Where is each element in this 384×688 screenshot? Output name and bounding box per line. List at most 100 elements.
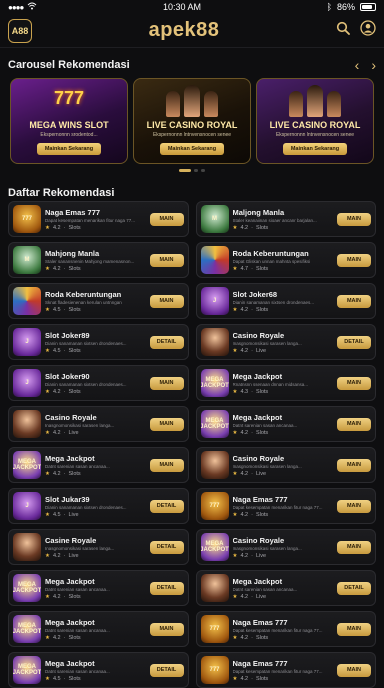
game-action-button[interactable]: DETAIL bbox=[337, 335, 371, 349]
game-action-button[interactable]: MAIN bbox=[337, 499, 371, 513]
play-now-button[interactable]: Mainkan Sekarang bbox=[160, 143, 224, 155]
game-action-button[interactable]: DETAIL bbox=[149, 663, 184, 677]
dealer-avatar-icon bbox=[327, 91, 341, 117]
game-info: Naga Emas 777 Dapat kesempatan menarikan … bbox=[233, 659, 334, 682]
game-action-button[interactable]: MAIN bbox=[337, 417, 371, 431]
chevron-left-icon[interactable]: ‹ bbox=[355, 58, 360, 72]
game-card[interactable]: M Maljong Manla Staler keanaiinan sioaer a… bbox=[195, 201, 376, 237]
carousel-track[interactable]: 777 MEGA WINS SLOT Ekspernonnn srodentod..… bbox=[0, 78, 384, 164]
game-name: Mega Jackpot bbox=[45, 453, 95, 463]
dot-separator: · bbox=[63, 347, 66, 354]
game-card[interactable]: 777 Naga Emas 777 Dapat kesempatan menarik… bbox=[8, 201, 189, 237]
game-card[interactable]: Roda Keberuntungan Dapat Gliskan unnan ma… bbox=[195, 242, 376, 278]
app-logo[interactable]: A88 bbox=[8, 18, 32, 43]
game-card[interactable]: 777 Naga Emas 777 Dapat kesempatan menarik… bbox=[195, 488, 376, 524]
game-card[interactable]: MEGA JACKPOT Casino Royale Inasgnomonsikas… bbox=[195, 529, 376, 565]
game-action-button[interactable]: MAIN bbox=[149, 253, 184, 267]
game-category: Slots bbox=[68, 470, 81, 477]
game-action-button[interactable]: MAIN bbox=[337, 540, 371, 554]
star-icon: ★ bbox=[45, 552, 50, 559]
game-list: 777 Naga Emas 777 Dapat kesempatan menarik… bbox=[0, 201, 384, 688]
game-meta: ★ 4.5 · Slots bbox=[45, 676, 146, 682]
game-card[interactable]: Casino Royale Inasgnomonsikasi sarasen la… bbox=[8, 406, 189, 442]
game-thumbnail: MEGA JACKPOT bbox=[200, 369, 229, 397]
game-card[interactable]: MEGA JACKPOT Mega Jackpot Datnt sarenian s… bbox=[195, 406, 376, 442]
game-action-button[interactable]: DETAIL bbox=[149, 335, 184, 349]
list-title: Daftar Rekomendasi bbox=[8, 187, 115, 199]
pager-dot[interactable] bbox=[194, 169, 198, 172]
game-rating: 4.2 bbox=[240, 552, 249, 559]
play-now-button[interactable]: Mainkan Sekarang bbox=[283, 143, 347, 155]
search-icon[interactable] bbox=[336, 21, 350, 40]
game-card[interactable]: J Slot Jukar39 Dianin sanamanan sixtsen dr… bbox=[8, 488, 189, 524]
status-right: ᛒ 86% bbox=[327, 2, 376, 12]
chevron-right-icon[interactable]: › bbox=[371, 58, 376, 72]
game-card[interactable]: J Slot Joker68 Dianin sanamanan sixtsen dr… bbox=[195, 283, 376, 319]
carousel-slide[interactable]: 777 MEGA WINS SLOT Ekspernonnn srodentod..… bbox=[10, 78, 128, 164]
game-action-button[interactable]: MAIN bbox=[149, 458, 184, 472]
game-category: Slots bbox=[68, 388, 81, 395]
game-card[interactable]: MEGA JACKPOT Mega Jackpot Datnt sarenian s… bbox=[8, 570, 189, 606]
dot-separator: · bbox=[251, 265, 253, 272]
game-thumbnail: J bbox=[200, 287, 229, 315]
game-action-button[interactable]: DETAIL bbox=[149, 540, 184, 554]
game-meta: ★ 4.5 · Slots bbox=[45, 348, 146, 354]
game-action-button[interactable]: MAIN bbox=[337, 458, 371, 472]
dot-separator: · bbox=[63, 593, 66, 600]
game-meta: ★ 4.2 · Slots bbox=[233, 225, 334, 231]
slide-subtitle: Ekspernonnn lntnvensnocen senee bbox=[275, 132, 355, 138]
play-now-button[interactable]: Mainkan Sekarang bbox=[37, 143, 101, 155]
game-action-button[interactable]: MAIN bbox=[337, 376, 371, 390]
game-description: Datnt sarenian sasan ancanaa... bbox=[232, 422, 298, 428]
game-action-button[interactable]: DETAIL bbox=[337, 581, 371, 595]
game-action-button[interactable]: MAIN bbox=[337, 294, 371, 308]
slide-title: LIVE CASINO ROYAL bbox=[146, 120, 238, 130]
game-card[interactable]: M Mahjong Manla Staler sanansnenin Mahjong… bbox=[8, 242, 189, 278]
game-card[interactable]: J Slot Joker89 Dianin sanamanan sixtsen dr… bbox=[8, 324, 189, 360]
game-action-button[interactable]: MAIN bbox=[149, 376, 184, 390]
game-card[interactable]: MEGA JACKPOT Mega Jackpot Rnatnsnn ssenaan… bbox=[195, 365, 376, 401]
thumb-label: MEGA JACKPOT bbox=[200, 541, 229, 553]
dot-separator: · bbox=[63, 265, 66, 272]
game-category: Live bbox=[68, 511, 79, 518]
game-name: Naga Emas 777 bbox=[232, 658, 288, 668]
pager-dot[interactable] bbox=[179, 169, 191, 172]
game-card[interactable]: Casino Royale Inasgnomonsikasi sarasen la… bbox=[195, 447, 376, 483]
game-action-button[interactable]: MAIN bbox=[337, 663, 371, 677]
game-card[interactable]: 777 Naga Emas 777 Dapat kesempatan menarik… bbox=[195, 611, 376, 647]
carousel-slide[interactable]: LIVE CASINO ROYAL Ekspernonnn lntnvensnoc… bbox=[133, 78, 251, 164]
game-action-button[interactable]: DETAIL bbox=[149, 499, 184, 513]
game-action-button[interactable]: DETAIL bbox=[149, 581, 184, 595]
game-action-button[interactable]: MAIN bbox=[149, 622, 184, 636]
signal-icon: ●●●● bbox=[8, 2, 24, 12]
dot-separator: · bbox=[251, 634, 253, 641]
game-card[interactable]: Casino Royale Inasgnomonsikasi sarasen la… bbox=[195, 324, 376, 360]
game-thumbnail: M bbox=[13, 246, 41, 274]
game-rating: 4.2 bbox=[52, 265, 61, 272]
game-card[interactable]: Mega Jackpot Datnt sarenian sasan ancanaa… bbox=[195, 570, 376, 606]
game-card[interactable]: Roda Keberuntungan Sknat fladesienenan ke… bbox=[8, 283, 189, 319]
game-card[interactable]: MEGA JACKPOT Mega Jackpot Datnt sarenian s… bbox=[8, 611, 189, 647]
bluetooth-icon: ᛒ bbox=[326, 2, 332, 12]
dot-separator: · bbox=[251, 552, 253, 559]
game-action-button[interactable]: MAIN bbox=[337, 253, 371, 267]
game-card[interactable]: Casine Royale Inasgnomonsikasi sarasen la… bbox=[8, 529, 189, 565]
game-card[interactable]: 777 Naga Emas 777 Dapat kesempatan menarik… bbox=[195, 652, 376, 688]
game-category: Live bbox=[255, 593, 267, 600]
game-thumbnail bbox=[200, 451, 229, 479]
dot-separator: · bbox=[63, 511, 66, 518]
game-card[interactable]: MEGA JACKPOT Mega Jackpot Datnt sarenian s… bbox=[8, 447, 189, 483]
pager-dot[interactable] bbox=[201, 169, 205, 172]
game-info: Mega Jackpot Datnt sarenian sasan ancanaa… bbox=[45, 659, 146, 682]
game-action-button[interactable]: MAIN bbox=[149, 294, 184, 308]
game-action-button[interactable]: MAIN bbox=[337, 212, 371, 226]
profile-icon[interactable] bbox=[360, 20, 376, 41]
game-card[interactable]: MEGA JACKPOT Mega Jackpot Datnt sarenian s… bbox=[8, 652, 189, 688]
game-card[interactable]: J Slot Joker90 Dianin sanamanan sixtsen dr… bbox=[8, 365, 189, 401]
game-action-button[interactable]: MAIN bbox=[337, 622, 371, 636]
game-action-button[interactable]: MAIN bbox=[149, 212, 184, 226]
game-description: Dapat kesempatan menarikan fitur naga 77… bbox=[232, 627, 323, 633]
carousel-slide[interactable]: LIVE CASINO ROYAL Ekspernonnn lntnvensnoc… bbox=[256, 78, 374, 164]
game-name: Slot Joker90 bbox=[45, 371, 90, 381]
game-action-button[interactable]: MAIN bbox=[149, 417, 184, 431]
